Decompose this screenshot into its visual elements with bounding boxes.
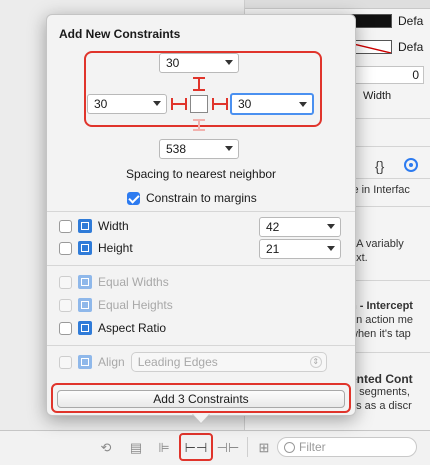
grid-icon[interactable]: ⊞ [254,439,274,457]
equal-heights-icon [78,298,92,312]
width-row[interactable]: Width [59,217,129,235]
chevron-down-icon[interactable] [299,102,307,107]
align-popup-button: Leading Edges ⇕ [130,352,327,372]
popover-title: Add New Constraints [59,27,181,41]
right-strut[interactable] [212,98,228,110]
height-row[interactable]: Height [59,239,133,257]
top-spacing-value: 30 [166,56,180,70]
constrain-margins-row[interactable]: Constrain to margins [127,191,257,205]
equal-widths-label: Equal Widths [98,275,169,289]
right-spacing-field[interactable]: 30 [230,93,314,115]
filter-placeholder: Filter [299,440,326,454]
equal-heights-row: Equal Heights [59,296,173,314]
library-text-line: ented Cont [350,372,413,386]
constrain-margins-checkbox[interactable] [127,191,140,205]
object-library-icon[interactable] [404,158,419,172]
width-value: 42 [266,220,280,234]
bottom-spacing-value: 538 [166,142,187,156]
spacing-label: Spacing to nearest neighbor [125,167,277,181]
divider [47,211,355,212]
canvas-bottom-bar: ⟲ ▤ ⊫ ⊢⊣ ⊣⊢ ⊞ Filter [0,430,430,465]
library-text-line: when it's tap [350,328,411,340]
library-text-line: n - Intercept [350,300,413,312]
top-spacing-field[interactable]: 30 [159,53,239,73]
top-strut[interactable] [193,77,205,91]
height-label: Height [98,241,133,255]
left-strut[interactable] [171,98,187,110]
braces-icon[interactable]: {} [375,158,384,174]
library-tabs: {} [375,158,419,174]
view-placeholder-square [190,95,208,113]
align-icon [78,355,92,369]
resizing-icon[interactable]: ⊣⊢ [217,439,240,457]
equal-heights-label: Equal Heights [98,298,173,312]
align-icon[interactable]: ⊫ [154,439,174,457]
aspect-ratio-icon [78,321,92,335]
width-value-field[interactable]: 42 [259,217,341,237]
equal-widths-checkbox [59,275,72,289]
width-checkbox[interactable] [59,219,72,233]
add-constraints-popover: Add New Constraints 30 30 30 538 Spacing… [46,14,356,416]
popover-arrow [192,413,210,423]
library-text-line: an action me [350,314,413,326]
library-text-line: ns as a discr [350,400,412,412]
library-text-line: - A variably [350,238,404,250]
updown-chevron-icon: ⇕ [309,356,322,368]
align-row: Align Leading Edges ⇕ [59,352,327,372]
chevron-down-icon[interactable] [153,101,161,106]
left-spacing-value: 30 [94,97,108,111]
library-text-line: n - Intercept [350,300,413,312]
height-checkbox[interactable] [59,241,72,255]
aspect-ratio-label: Aspect Ratio [98,321,167,335]
library-text-line: le in Interfac [350,184,410,196]
inspector-value: Defa [398,14,424,28]
bottom-strut[interactable] [193,119,205,131]
bottom-spacing-field[interactable]: 538 [159,139,239,159]
height-value-field[interactable]: 21 [259,239,341,259]
chevron-down-icon[interactable] [225,146,233,151]
align-label: Align [98,355,125,369]
aspect-ratio-checkbox[interactable] [59,321,72,335]
filter-input[interactable]: Filter [277,437,417,457]
align-value: Leading Edges [137,355,218,369]
stack-icon[interactable]: ▤ [126,439,146,457]
library-text-line: e segments, [350,386,410,398]
left-spacing-field[interactable]: 30 [87,94,167,114]
right-spacing-value: 30 [238,97,252,111]
chevron-down-icon[interactable] [327,224,335,229]
inspector-number-value: 0 [412,68,419,82]
constrain-margins-label: Constrain to margins [146,191,257,205]
width-label: Width [98,219,129,233]
align-checkbox [59,355,72,369]
height-value: 21 [266,242,280,256]
chevron-down-icon[interactable] [225,60,233,65]
pin-button-highlight [179,433,213,461]
aspect-ratio-row[interactable]: Aspect Ratio [59,319,166,337]
add-constraints-button[interactable]: Add 3 Constraints [57,390,345,408]
inspector-value: Defa [398,40,424,54]
width-constraint-icon [78,219,92,233]
divider [47,265,355,266]
height-constraint-icon [78,241,92,255]
equal-heights-checkbox [59,298,72,312]
filter-icon [284,441,295,453]
divider [247,437,248,457]
equal-widths-row: Equal Widths [59,273,169,291]
chevron-down-icon[interactable] [327,246,335,251]
inspector-top-strip [245,0,430,9]
equal-widths-icon [78,275,92,289]
resolve-icon[interactable]: ⟲ [96,439,116,457]
inspector-width-label: Width [363,90,392,102]
divider [47,345,355,346]
